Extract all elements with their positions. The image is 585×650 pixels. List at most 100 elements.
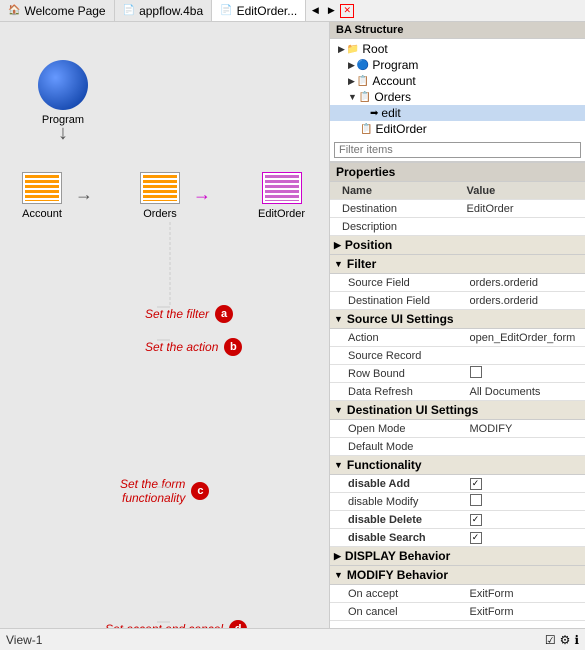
- tree-item-orders[interactable]: ▼ 📋 Orders: [330, 89, 585, 105]
- tree-arrow-account: ▶: [348, 76, 355, 87]
- callout-action-badge: b: [224, 338, 242, 356]
- prop-value-on-cancel: ExitForm: [466, 605, 585, 619]
- arrow-right-2: →: [193, 184, 211, 205]
- ba-structure-panel: BA Structure ▶ 📁 Root ▶ 🔵 Program ▶ 📋 Ac…: [330, 22, 585, 163]
- node-program[interactable]: Program: [38, 60, 88, 126]
- node-orders[interactable]: Orders: [140, 172, 180, 220]
- editorder-form-icon: [262, 172, 302, 204]
- callout-functionality: Set the formfunctionality c: [120, 477, 209, 505]
- prop-row-disable-delete: disable Delete: [330, 511, 585, 529]
- prop-row-open-mode: Open Mode MODIFY: [330, 420, 585, 438]
- tab-close-btn[interactable]: ✕: [340, 4, 354, 18]
- checkbox-disable-modify[interactable]: [470, 494, 482, 506]
- prop-name-disable-search: disable Search: [330, 531, 466, 545]
- tab-editorder[interactable]: 📄 EditOrder...: [212, 0, 306, 21]
- callout-action-label: Set the action: [145, 340, 218, 354]
- orders-label: Orders: [143, 208, 177, 220]
- prop-row-default-mode: Default Mode: [330, 438, 585, 456]
- tree-label-editorder: EditOrder: [375, 122, 426, 136]
- prop-value-source-field: orders.orderid: [466, 276, 585, 290]
- prop-value-destination: EditOrder: [463, 202, 585, 216]
- tree-icon-orders: 📋: [359, 92, 371, 103]
- tree-icon-edit: ➡: [370, 108, 378, 119]
- filter-input[interactable]: [334, 142, 581, 158]
- section-position[interactable]: ▶ Position: [330, 236, 585, 255]
- checkbox-disable-delete[interactable]: [470, 514, 482, 526]
- tree-item-account[interactable]: ▶ 📋 Account: [330, 73, 585, 89]
- tab-welcome-icon: 🏠: [8, 5, 20, 16]
- status-icon-info[interactable]: ℹ: [574, 633, 579, 647]
- prop-value-disable-add: [466, 476, 585, 491]
- tab-nav-left[interactable]: ◀: [308, 4, 322, 18]
- checkbox-disable-search[interactable]: [470, 532, 482, 544]
- tab-appflow-label: appflow.4ba: [139, 4, 203, 18]
- properties-title: Properties: [336, 165, 579, 179]
- tree-item-program[interactable]: ▶ 🔵 Program: [330, 57, 585, 73]
- filter-bar: [330, 139, 585, 162]
- prop-name-disable-add: disable Add: [330, 477, 466, 491]
- prop-row-destination: Destination EditOrder: [330, 200, 585, 218]
- section-modify-label: MODIFY Behavior: [347, 568, 448, 582]
- callout-filter-label: Set the filter: [145, 307, 209, 321]
- prop-value-row-bound: [466, 365, 585, 382]
- tree-label-account: Account: [372, 74, 415, 88]
- prop-value-disable-modify: [466, 493, 585, 510]
- node-account[interactable]: Account: [22, 172, 62, 220]
- section-source-ui[interactable]: ▼ Source UI Settings: [330, 310, 585, 329]
- prop-name-default-mode: Default Mode: [330, 440, 466, 454]
- node-editorder[interactable]: EditOrder: [258, 172, 305, 220]
- prop-value-data-refresh: All Documents: [466, 385, 585, 399]
- tab-welcome[interactable]: 🏠 Welcome Page: [0, 0, 115, 21]
- editorder-label: EditOrder: [258, 208, 305, 220]
- properties-panel: Properties Name Value Destination EditOr…: [330, 163, 585, 628]
- prop-value-disable-delete: [466, 512, 585, 527]
- tree-item-editorder[interactable]: 📋 EditOrder: [330, 121, 585, 137]
- prop-row-row-bound: Row Bound: [330, 365, 585, 383]
- callout-action: Set the action b: [145, 338, 242, 356]
- section-display-behavior[interactable]: ▶ DISPLAY Behavior: [330, 547, 585, 566]
- section-functionality-arrow: ▼: [334, 460, 343, 470]
- prop-name-on-accept: On accept: [330, 587, 466, 601]
- section-filter-label: Filter: [347, 257, 376, 271]
- checkbox-row-bound[interactable]: [470, 366, 482, 378]
- col-value-header: Value: [463, 184, 585, 198]
- prop-name-data-refresh: Data Refresh: [330, 385, 466, 399]
- tree-item-root[interactable]: ▶ 📁 Root: [330, 41, 585, 57]
- prop-row-action: Action open_EditOrder_form: [330, 329, 585, 347]
- tree-label-root: Root: [362, 42, 387, 56]
- tree-item-edit[interactable]: ➡ edit: [330, 105, 585, 121]
- prop-row-source-record: Source Record: [330, 347, 585, 365]
- prop-row-data-refresh: Data Refresh All Documents: [330, 383, 585, 401]
- status-right: ☑ ⚙ ℹ: [545, 633, 579, 647]
- section-functionality[interactable]: ▼ Functionality: [330, 456, 585, 475]
- section-modify-behavior[interactable]: ▼ MODIFY Behavior: [330, 566, 585, 585]
- properties-header: Properties: [330, 163, 585, 182]
- status-icon-check[interactable]: ☑: [545, 633, 556, 647]
- tree-arrow-root: ▶: [338, 44, 345, 55]
- prop-row-disable-search: disable Search: [330, 529, 585, 547]
- callout-functionality-badge: c: [191, 482, 209, 500]
- callout-filter: Set the filter a: [145, 305, 233, 323]
- account-label: Account: [22, 208, 62, 220]
- canvas: Program ↓ Account → Orders → EditOr: [0, 22, 330, 628]
- status-icon-settings[interactable]: ⚙: [560, 633, 571, 647]
- tree-arrow-orders: ▼: [348, 92, 357, 102]
- tab-nav-right[interactable]: ▶: [324, 4, 338, 18]
- prop-name-source-field: Source Field: [330, 276, 466, 290]
- checkbox-disable-add[interactable]: [470, 478, 482, 490]
- tab-appflow[interactable]: 📄 appflow.4ba: [115, 0, 213, 21]
- section-dest-ui[interactable]: ▼ Destination UI Settings: [330, 401, 585, 420]
- prop-row-description: Description: [330, 218, 585, 236]
- prop-name-on-cancel: On cancel: [330, 605, 466, 619]
- arrow-down-1: ↓: [58, 122, 68, 145]
- prop-col-headers: Name Value: [330, 182, 585, 200]
- section-source-ui-arrow: ▼: [334, 314, 343, 324]
- prop-value-open-mode: MODIFY: [466, 422, 585, 436]
- section-filter[interactable]: ▼ Filter: [330, 255, 585, 274]
- prop-value-disable-search: [466, 530, 585, 545]
- tab-editorder-icon: 📄: [220, 5, 232, 16]
- section-functionality-label: Functionality: [347, 458, 422, 472]
- status-left: View-1: [6, 633, 42, 647]
- tab-appflow-icon: 📄: [123, 5, 135, 16]
- tree-label-edit: edit: [381, 106, 400, 120]
